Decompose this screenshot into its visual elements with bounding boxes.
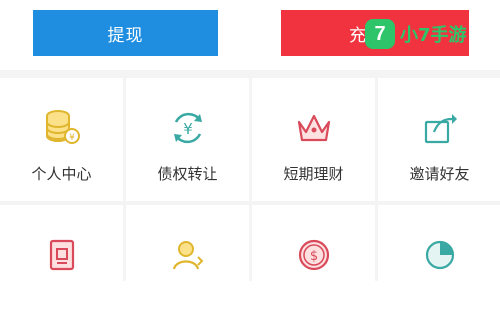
menu-grid: ¥ 个人中心 ¥ 债权转让 短期理财 邀请好友 $ (0, 70, 500, 328)
action-bar: 提现 充 7 小7手游 (0, 0, 500, 70)
menu-item-debt-transfer[interactable]: ¥ 债权转让 (126, 78, 249, 201)
menu-item-row2-2[interactable] (126, 205, 249, 328)
dollar-coin-icon: $ (298, 239, 330, 271)
watermark-logo: 7 (365, 19, 395, 49)
menu-item-row2-3[interactable]: $ (252, 205, 375, 328)
menu-item-row2-4[interactable] (378, 205, 500, 328)
watermark-text: 小7手游 (400, 25, 467, 46)
menu-item-row2-1[interactable] (0, 205, 123, 328)
coin-stack-icon: ¥ (46, 110, 80, 144)
document-icon (49, 239, 75, 271)
menu-item-short-term-finance[interactable]: 短期理财 (252, 78, 375, 201)
pie-chart-icon (425, 240, 455, 270)
menu-item-personal-center[interactable]: ¥ 个人中心 (0, 78, 123, 201)
watermark: 7 小7手游 (365, 17, 467, 51)
menu-item-label: 短期理财 (283, 165, 344, 183)
menu-item-label: 个人中心 (31, 165, 92, 183)
menu-item-label: 邀请好友 (409, 165, 470, 183)
svg-text:$: $ (310, 249, 318, 264)
user-icon (172, 241, 204, 270)
withdraw-label: 提现 (107, 25, 144, 46)
menu-item-invite-friends[interactable]: 邀请好友 (378, 78, 500, 201)
menu-item-label: 债权转让 (157, 165, 218, 183)
yen-exchange-icon: ¥ (174, 112, 202, 144)
withdraw-button[interactable]: 提现 (33, 10, 218, 56)
svg-text:¥: ¥ (183, 120, 193, 138)
share-icon (424, 114, 457, 144)
crown-icon (297, 114, 331, 142)
svg-text:¥: ¥ (69, 133, 75, 143)
